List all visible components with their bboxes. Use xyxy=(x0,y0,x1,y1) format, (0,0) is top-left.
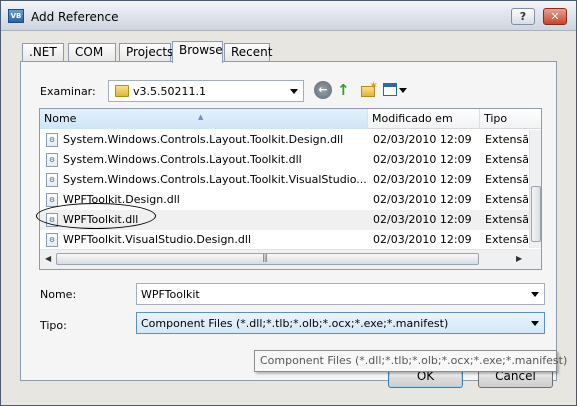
back-icon[interactable]: ← xyxy=(314,81,332,99)
file-name: System.Windows.Controls.Layout.Toolkit.V… xyxy=(63,173,368,186)
up-folder-icon[interactable]: ↑ xyxy=(337,81,355,99)
chevron-down-icon[interactable] xyxy=(290,89,298,94)
filename-combo[interactable]: WPFToolkit xyxy=(136,283,545,305)
file-name: System.Windows.Controls.Layout.Toolkit.d… xyxy=(63,153,302,166)
dll-file-icon: ⚙ xyxy=(46,153,58,167)
filename-label: Nome: xyxy=(40,288,77,301)
dll-file-icon: ⚙ xyxy=(46,133,58,147)
title-bar[interactable]: VB Add Reference ? ✕ xyxy=(1,1,576,31)
look-in-label: Examinar: xyxy=(40,85,96,98)
file-modified: 02/03/2010 12:09 xyxy=(373,213,472,226)
file-name: WPFToolkit.VisualStudio.Design.dll xyxy=(63,233,251,246)
add-reference-dialog: VB Add Reference ? ✕ .NET COM Projects B… xyxy=(0,0,577,406)
file-type: Extensão xyxy=(485,233,530,246)
list-item[interactable]: ⚙ System.Windows.Controls.Layout.Toolkit… xyxy=(40,150,530,170)
list-item-selected[interactable]: ⚙ WPFToolkit.dll 02/03/2010 12:09 Extens… xyxy=(40,210,530,230)
dll-file-icon: ⚙ xyxy=(46,193,58,207)
file-type: Extensão xyxy=(485,173,530,186)
vb-app-icon: VB xyxy=(8,9,24,23)
file-type: Extensão xyxy=(485,133,530,146)
chevron-down-icon[interactable] xyxy=(531,321,539,326)
file-modified: 02/03/2010 12:09 xyxy=(373,133,472,146)
window-title: Add Reference xyxy=(31,10,119,24)
file-modified: 02/03/2010 12:09 xyxy=(373,193,472,206)
tab-com[interactable]: COM xyxy=(68,43,116,62)
help-button[interactable]: ? xyxy=(511,8,535,25)
file-modified: 02/03/2010 12:09 xyxy=(373,233,472,246)
list-header: ▲ Nome Modificado em Tipo xyxy=(40,109,541,129)
new-folder-icon[interactable]: ✶ xyxy=(360,79,378,99)
folder-icon xyxy=(115,85,129,97)
filetype-combo[interactable]: Component Files (*.dll;*.tlb;*.olb;*.ocx… xyxy=(136,312,545,334)
sort-ascending-icon: ▲ xyxy=(198,113,204,121)
dll-file-icon: ⚙ xyxy=(46,233,58,247)
tab-dotnet[interactable]: .NET xyxy=(22,43,64,62)
file-list[interactable]: ▲ Nome Modificado em Tipo ⚙ System.Windo… xyxy=(39,108,542,270)
list-item[interactable]: ⚙ WPFToolkit.Design.dll 02/03/2010 12:09… xyxy=(40,190,530,210)
file-modified: 02/03/2010 12:09 xyxy=(373,153,472,166)
filetype-tooltip: Component Files (*.dll;*.tlb;*.olb;*.ocx… xyxy=(254,350,567,372)
scroll-left-icon[interactable]: ◀ xyxy=(45,254,51,263)
filetype-label: Tipo: xyxy=(40,319,67,332)
vertical-scrollbar[interactable] xyxy=(529,130,541,248)
close-button[interactable]: ✕ xyxy=(543,8,567,25)
file-rows: ⚙ System.Windows.Controls.Layout.Toolkit… xyxy=(40,130,530,250)
file-modified: 02/03/2010 12:09 xyxy=(373,173,472,186)
dll-file-icon: ⚙ xyxy=(46,173,58,187)
filetype-value: Component Files (*.dll;*.tlb;*.olb;*.ocx… xyxy=(141,317,449,330)
file-type: Extensão xyxy=(485,153,530,166)
look-in-value: v3.5.50211.1 xyxy=(133,85,206,98)
scrollbar-corner xyxy=(529,249,541,269)
look-in-combo[interactable]: v3.5.50211.1 xyxy=(108,80,304,102)
column-header-type[interactable]: Tipo xyxy=(480,109,541,129)
tab-recent[interactable]: Recent xyxy=(224,43,272,62)
list-item[interactable]: ⚙ System.Windows.Controls.Layout.Toolkit… xyxy=(40,130,530,150)
grip-icon: ||| xyxy=(262,253,268,262)
horizontal-scrollbar[interactable]: ◀ ||| ▶ xyxy=(40,249,529,269)
list-item[interactable]: ⚙ WPFToolkit.VisualStudio.Design.dll 02/… xyxy=(40,230,530,250)
chevron-down-icon[interactable] xyxy=(531,292,539,297)
file-name: WPFToolkit.dll xyxy=(63,213,139,226)
views-menu-icon[interactable] xyxy=(383,81,407,99)
file-type: Extensão xyxy=(485,213,530,226)
tab-projects[interactable]: Projects xyxy=(119,43,173,62)
horizontal-scroll-thumb[interactable]: ||| xyxy=(56,253,479,265)
filename-value: WPFToolkit xyxy=(141,288,200,301)
column-header-modified[interactable]: Modificado em xyxy=(368,109,480,129)
vertical-scroll-thumb[interactable] xyxy=(531,186,541,242)
column-header-name[interactable]: ▲ Nome xyxy=(40,109,368,129)
list-item[interactable]: ⚙ System.Windows.Controls.Layout.Toolkit… xyxy=(40,170,530,190)
file-name: WPFToolkit.Design.dll xyxy=(63,193,180,206)
tab-browse[interactable]: Browse xyxy=(172,41,223,63)
file-name: System.Windows.Controls.Layout.Toolkit.D… xyxy=(63,133,344,146)
file-type: Extensão xyxy=(485,193,530,206)
scroll-right-icon[interactable]: ▶ xyxy=(516,254,522,263)
dll-file-icon: ⚙ xyxy=(46,213,58,227)
